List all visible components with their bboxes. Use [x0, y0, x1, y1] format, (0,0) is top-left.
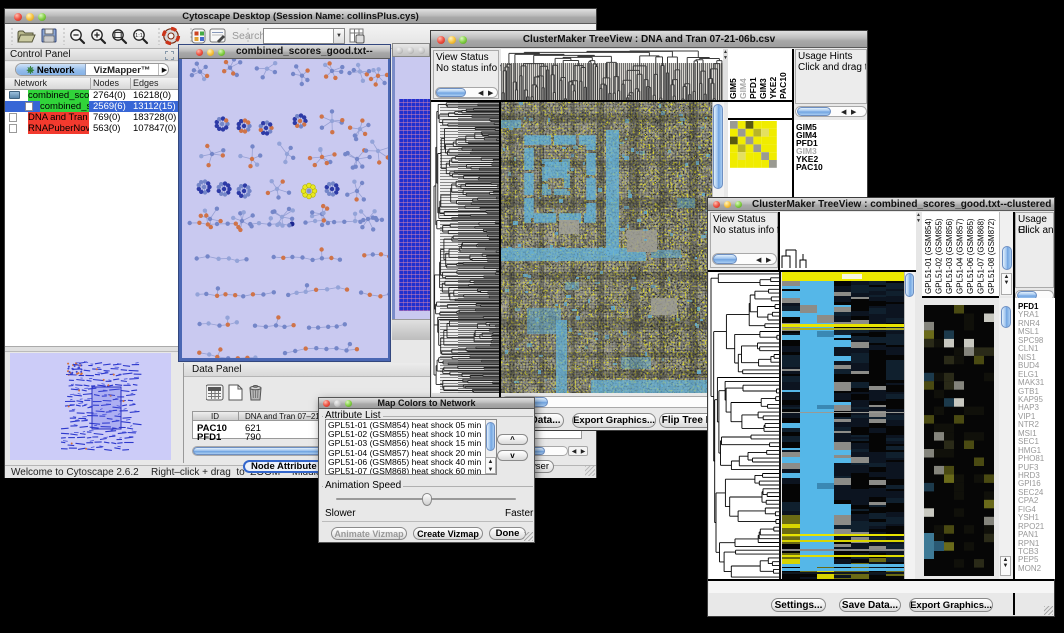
svg-text:GPL51-02 (GSM855): GPL51-02 (GSM855) [935, 218, 944, 294]
svg-text:GPL51-08 (GSM872): GPL51-08 (GSM872) [987, 218, 996, 294]
svg-text:GPL51-06 (GSM865): GPL51-06 (GSM865) [966, 218, 975, 294]
svg-text:PAC10: PAC10 [778, 72, 788, 99]
svg-text:GPL51-01 (GSM854): GPL51-01 (GSM854) [924, 218, 933, 294]
svg-text:GPL51-04 (GSM857): GPL51-04 (GSM857) [956, 218, 965, 294]
svg-text:GPL51-07 (GSM868): GPL51-07 (GSM868) [977, 218, 986, 294]
svg-text:GIM5: GIM5 [728, 78, 738, 99]
svg-text:GPL51-03 (GSM856): GPL51-03 (GSM856) [945, 218, 954, 294]
svg-text:YKE2: YKE2 [768, 77, 778, 99]
svg-text:GIM3: GIM3 [758, 78, 768, 99]
svg-text:GIM4: GIM4 [738, 78, 748, 99]
svg-text:PFD1: PFD1 [748, 77, 758, 99]
svg-text:1:1: 1:1 [135, 33, 143, 39]
